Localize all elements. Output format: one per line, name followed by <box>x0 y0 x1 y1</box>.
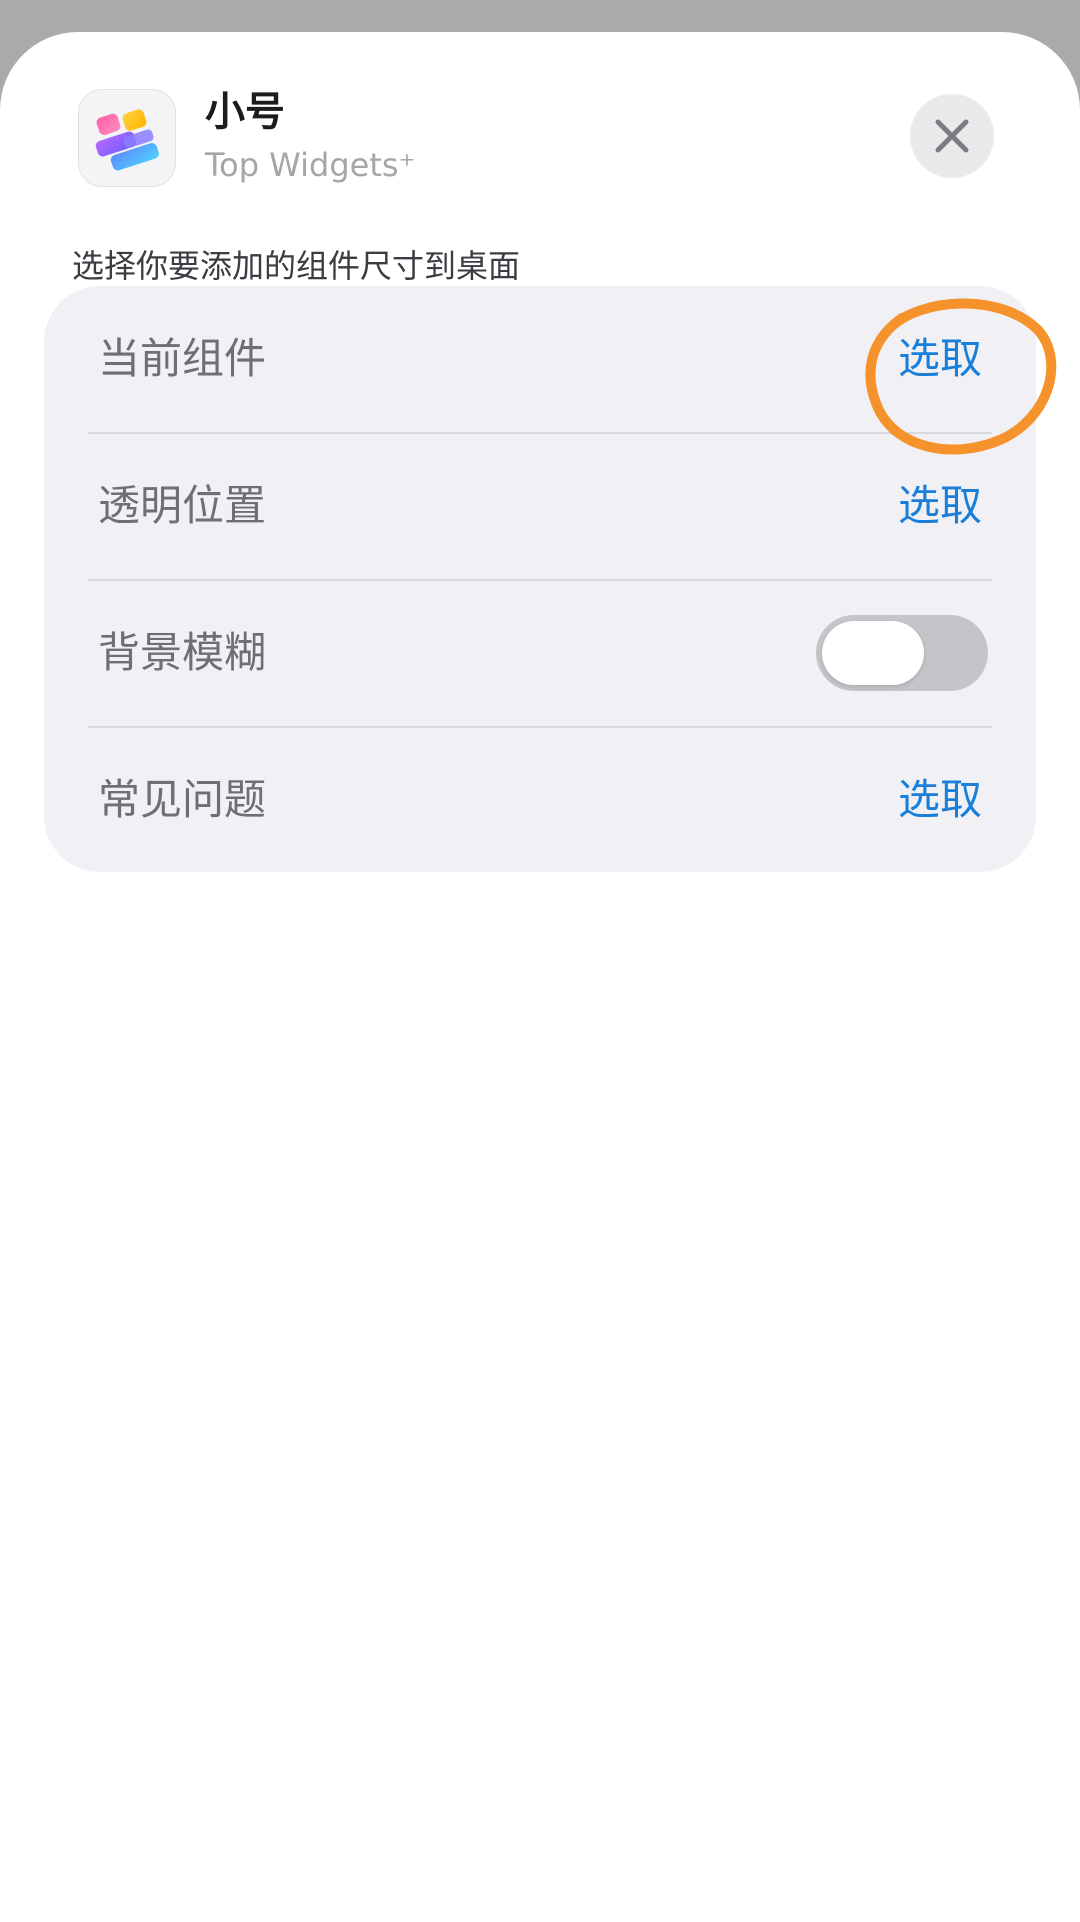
options-card: 当前组件 选取 透明位置 选取 背景模糊 常见问题 选取 <box>44 286 1036 872</box>
sheet-subtitle: 选择你要添加的组件尺寸到桌面 <box>72 247 521 285</box>
option-label: 背景模糊 <box>98 628 267 677</box>
select-faq-button[interactable]: 选取 <box>898 779 982 821</box>
option-row-transparent-position[interactable]: 透明位置 选取 <box>44 433 1036 579</box>
close-button[interactable] <box>910 94 994 178</box>
top-widgets-app-icon <box>78 89 176 187</box>
option-row-faq[interactable]: 常见问题 选取 <box>44 727 1036 873</box>
select-transparent-position-button[interactable]: 选取 <box>898 485 982 527</box>
select-current-widget-button[interactable]: 选取 <box>898 338 982 380</box>
background-blur-toggle[interactable] <box>816 615 988 691</box>
option-label: 常见问题 <box>98 775 267 824</box>
sheet-title: 小号 <box>205 89 285 135</box>
option-label: 透明位置 <box>98 481 267 530</box>
option-row-background-blur: 背景模糊 <box>44 580 1036 726</box>
toggle-knob <box>822 621 924 685</box>
option-label: 当前组件 <box>98 334 267 383</box>
close-icon <box>935 119 969 153</box>
app-name: Top Widgets⁺ <box>205 146 416 184</box>
option-row-current-widget[interactable]: 当前组件 选取 <box>44 286 1036 432</box>
